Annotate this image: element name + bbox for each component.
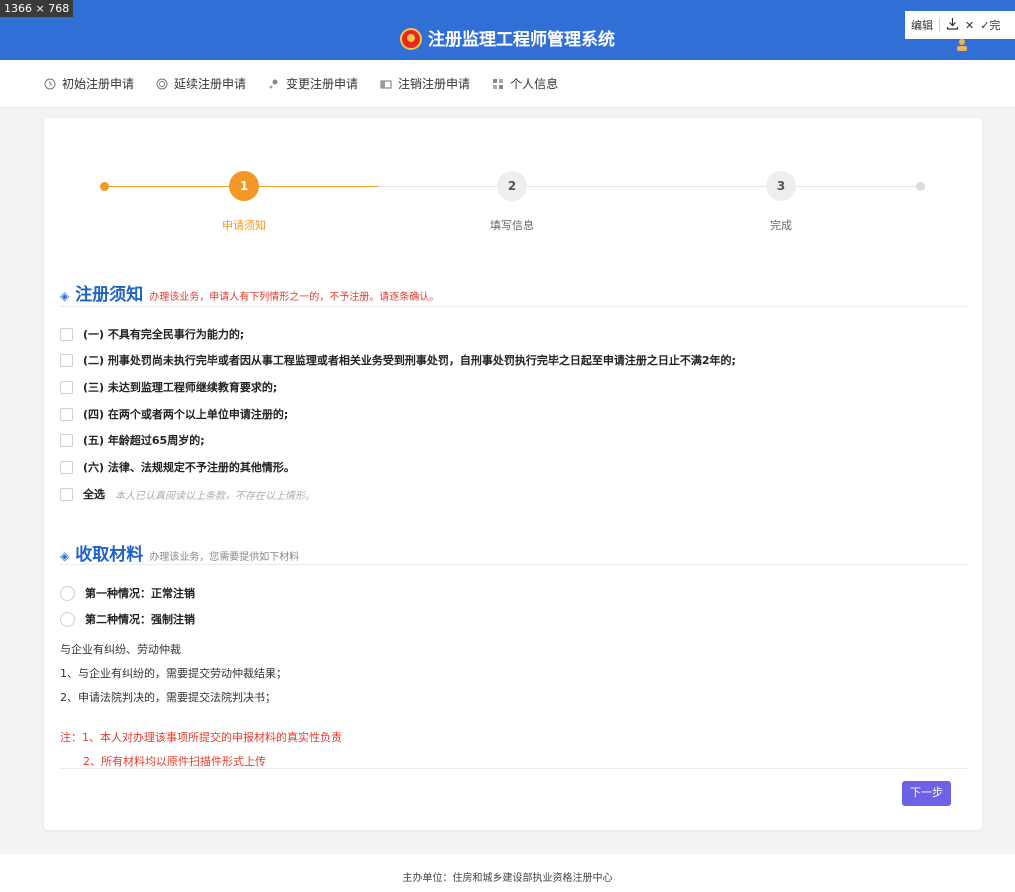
checkbox[interactable] [60, 407, 73, 421]
radio-button[interactable] [60, 585, 75, 601]
national-emblem-icon [400, 28, 422, 50]
nav-item-renewal-registration[interactable]: 延续注册申请 [156, 75, 246, 92]
close-icon[interactable]: ✕ [965, 19, 974, 32]
checkbox[interactable] [60, 460, 73, 474]
pin-icon [269, 79, 278, 88]
materials-subtitle: 办理该业务，您需要提供如下材料 [149, 552, 300, 563]
system-title-text: 注册监理工程师管理系统 [428, 30, 615, 50]
material-option[interactable]: 第二种情况：强制注销 [60, 611, 195, 627]
checkbox[interactable] [60, 433, 73, 447]
step-3-circle: 3 [766, 171, 796, 201]
step-remaining-line [378, 186, 920, 187]
clock-icon [44, 78, 56, 89]
checkbox[interactable] [60, 353, 73, 367]
material-line: 1、与企业有纠纷的，需要提交劳动仲裁结果； [60, 667, 287, 680]
step-3-label: 完成 [770, 219, 792, 232]
notice-item[interactable]: (四) 在两个或者两个以上单位申请注册的; [60, 406, 288, 422]
footer-divider [60, 768, 968, 769]
nav-item-label: 初始注册申请 [62, 77, 135, 91]
screen-size-label: 1366 × 768 [0, 0, 74, 17]
layers-icon: ◈ [60, 549, 70, 563]
radio-button[interactable] [60, 611, 75, 627]
grid-icon [493, 78, 504, 89]
notice-item[interactable]: (五) 年龄超过65周岁的; [60, 432, 205, 448]
material-note: 2、所有材料均以原件扫描件形式上传 [83, 755, 266, 768]
layers-icon: ◈ [60, 289, 70, 303]
materials-title: 收取材料 [75, 545, 144, 565]
user-avatar-icon[interactable] [955, 38, 969, 52]
step-start-dot [100, 182, 109, 191]
notice-divider [60, 306, 968, 307]
nav-item-initial-registration[interactable]: 初始注册申请 [44, 75, 134, 92]
notice-item[interactable]: (六) 法律、法规规定不予注册的其他情形。 [60, 459, 295, 475]
nav-item-personal-info[interactable]: 个人信息 [492, 75, 558, 92]
nav-item-label: 延续注册申请 [174, 77, 247, 91]
notice-item[interactable]: (二) 刑事处罚尚未执行完毕或者因从事工程监理或者相关业务受到刑事处罚，自刑事处… [60, 352, 736, 368]
material-option[interactable]: 第一种情况：正常注销 [60, 585, 195, 601]
nav-item-label: 变更注册申请 [286, 77, 359, 91]
nav-item-cancel-registration[interactable]: 注销注册申请 [380, 75, 470, 92]
notice-title: 注册须知 [75, 285, 144, 305]
download-icon[interactable] [946, 17, 959, 33]
step-1-label: 申请须知 [222, 219, 266, 232]
material-line: 与企业有纠纷、劳动仲裁 [60, 643, 181, 656]
nav-item-change-registration[interactable]: 变更注册申请 [268, 75, 358, 92]
step-end-dot [916, 182, 925, 191]
materials-section-header: ◈ 收取材料 办理该业务，您需要提供如下材料 [60, 540, 299, 565]
footer-sponsor: 主办单位：住房和城乡建设部执业资格注册中心 [402, 873, 613, 884]
material-option-text: 第二种情况：强制注销 [85, 613, 195, 626]
notice-item-text: (六) 法律、法规规定不予注册的其他情形。 [83, 461, 295, 474]
card-icon [380, 80, 392, 88]
select-all-hint: 本人已认真阅读以上条款，不存在以上情形。 [115, 490, 315, 502]
step-1-circle: 1 [229, 171, 259, 201]
notice-item[interactable]: (三) 未达到监理工程师继续教育要求的; [60, 379, 277, 395]
nav-item-label: 注销注册申请 [398, 77, 471, 91]
edit-button[interactable]: 编辑 [911, 17, 933, 33]
notice-item-text: (三) 未达到监理工程师继续教育要求的; [83, 381, 278, 394]
target-icon [156, 78, 168, 89]
nav-item-label: 个人信息 [510, 77, 559, 91]
notice-item-text: (四) 在两个或者两个以上单位申请注册的; [83, 408, 289, 421]
checkbox[interactable] [60, 380, 73, 394]
notice-subtitle: 办理该业务，申请人有下列情形之一的，不予注册。请逐条确认。 [149, 292, 440, 303]
checkbox[interactable] [60, 327, 73, 341]
step-2-circle: 2 [497, 171, 527, 201]
material-note: 注：1、本人对办理该事项所提交的申报材料的真实性负责 [60, 731, 342, 744]
select-all-checkbox[interactable] [60, 487, 73, 501]
capture-toolbar: 编辑 ✕ ✓完 [905, 11, 1015, 39]
done-button[interactable]: ✓完 [980, 17, 1000, 33]
main-nav: 初始注册申请 延续注册申请 变更注册申请 注销注册申请 个人信息 [0, 60, 1015, 108]
system-title: 注册监理工程师管理系统 [0, 27, 1015, 53]
notice-item-text: (一) 不具有完全民事行为能力的; [83, 328, 245, 341]
notice-item-text: (五) 年龄超过65周岁的; [83, 434, 205, 447]
step-2-label: 填写信息 [490, 219, 534, 232]
notice-item-text: (二) 刑事处罚尚未执行完毕或者因从事工程监理或者相关业务受到刑事处罚，自刑事处… [83, 354, 736, 367]
next-step-button[interactable]: 下一步 [902, 781, 951, 806]
select-all-row[interactable]: 全选 本人已认真阅读以上条款，不存在以上情形。 [60, 486, 315, 502]
material-line: 2、申请法院判决的，需要提交法院判决书； [60, 691, 276, 704]
material-option-text: 第一种情况：正常注销 [85, 587, 195, 600]
toolbar-divider [939, 18, 940, 32]
notice-section-header: ◈ 注册须知 办理该业务，申请人有下列情形之一的，不予注册。请逐条确认。 [60, 280, 439, 305]
select-all-label: 全选 [83, 488, 105, 501]
materials-divider [60, 564, 968, 565]
notice-item[interactable]: (一) 不具有完全民事行为能力的; [60, 326, 244, 342]
